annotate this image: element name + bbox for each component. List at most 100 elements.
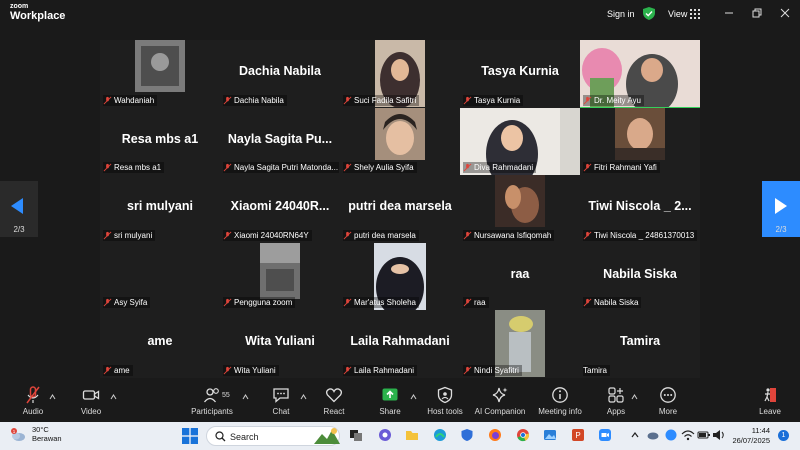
meeting-info-button[interactable]: Meeting info <box>530 386 590 416</box>
participant-display-name: Laila Rahmadani <box>350 334 450 349</box>
gallery-grid-icon[interactable] <box>690 9 700 19</box>
participant-tile[interactable]: Nursawana Isfiqomah <box>460 175 580 243</box>
participant-tile[interactable]: Wita Yuliani Wita Yuliani <box>220 310 340 378</box>
participant-name-label: putri dea marsela <box>343 229 419 241</box>
participant-name: Dr. Meity Ayu <box>594 95 641 105</box>
muted-mic-icon <box>343 163 352 172</box>
host-tools-button[interactable]: Host tools <box>415 386 475 416</box>
participant-tile[interactable]: Diva Rahmadani <box>460 107 580 176</box>
shield-icon <box>437 386 453 404</box>
participant-name-label: Resa mbs a1 <box>103 162 165 174</box>
participant-name: ame <box>114 365 130 375</box>
encryption-shield-icon[interactable] <box>643 7 655 20</box>
security-app-icon[interactable] <box>460 428 474 442</box>
close-icon[interactable] <box>778 6 792 20</box>
apps-icon <box>608 387 624 403</box>
participant-tile[interactable]: Nayla Sagita Pu... Nayla Sagita Putri Ma… <box>220 107 340 176</box>
participant-tile[interactable]: sri mulyani sri mulyani <box>100 175 220 243</box>
sign-in-button[interactable]: Sign in <box>607 9 635 19</box>
participant-tile[interactable]: Nindi Syafitri <box>460 310 580 378</box>
weather-widget[interactable]: 1 30°C Berawan <box>10 425 62 444</box>
participant-name-label: Tamira <box>583 364 611 376</box>
participant-tile[interactable]: ame ame <box>100 310 220 378</box>
logo-top: zoom <box>10 3 29 10</box>
share-button[interactable]: Share <box>360 386 420 416</box>
windows-start-icon[interactable] <box>182 428 198 444</box>
participants-button[interactable]: Participants <box>182 386 242 416</box>
participant-tile[interactable]: Suci Fadila Safitri <box>340 40 460 108</box>
participant-tile[interactable]: Pengguna zoom <box>220 242 340 311</box>
audio-button[interactable]: Audio <box>3 386 63 416</box>
powerpoint-icon[interactable]: P <box>571 428 585 442</box>
zoom-tray-icon[interactable] <box>664 428 678 442</box>
chevron-up-icon[interactable] <box>630 428 640 442</box>
participant-tile[interactable]: Tiwi Niscola _ 2... Tiwi Niscola _ 24861… <box>580 175 700 243</box>
leave-button[interactable]: Leave <box>740 386 800 416</box>
muted-mic-icon <box>583 163 592 172</box>
participant-name: Asy Syifa <box>114 298 148 308</box>
participant-tile[interactable]: Asy Syifa <box>100 242 220 311</box>
edge-browser-icon[interactable] <box>433 428 447 442</box>
muted-mic-icon <box>26 386 40 404</box>
chevron-up-icon[interactable] <box>242 394 249 400</box>
photos-icon[interactable] <box>543 428 557 442</box>
participant-tile[interactable]: Dachia Nabila Dachia Nabila <box>220 40 340 108</box>
volume-icon[interactable] <box>712 428 726 442</box>
restore-icon[interactable] <box>750 6 764 20</box>
participant-name-label: Xiaomi 24040RN64Y <box>223 229 312 241</box>
participant-tile[interactable]: Tasya Kurnia Tasya Kurnia <box>460 40 580 108</box>
logo-bottom: Workplace <box>10 10 66 22</box>
ai-companion-button[interactable]: AI Companion <box>470 386 530 416</box>
zoom-app-icon[interactable] <box>598 428 612 442</box>
next-page-button[interactable]: 2/3 <box>762 181 800 237</box>
react-button[interactable]: React <box>304 386 364 416</box>
chat-button[interactable]: Chat <box>251 386 311 416</box>
more-icon <box>660 387 676 403</box>
cloud-sync-icon[interactable] <box>646 428 660 442</box>
participant-tile[interactable]: Fitri Rahmani Yafi <box>580 107 700 176</box>
participant-display-name: sri mulyani <box>127 199 193 214</box>
participant-tile[interactable]: Shely Aulia Syifa <box>340 107 460 176</box>
file-explorer-icon[interactable] <box>405 428 419 442</box>
chevron-up-icon[interactable] <box>49 394 56 400</box>
participant-tile[interactable]: Tamira Tamira <box>580 310 700 378</box>
apps-button[interactable]: Apps <box>586 386 646 416</box>
participant-name-label: Tasya Kurnia <box>463 94 524 106</box>
participant-tile[interactable]: Nabila Siska Nabila Siska <box>580 242 700 311</box>
muted-mic-icon <box>463 163 472 172</box>
video-camera-icon <box>82 390 100 400</box>
participant-name-label: Asy Syifa <box>103 297 151 309</box>
minimize-icon[interactable] <box>722 6 736 20</box>
notification-badge[interactable]: 1 <box>778 430 789 441</box>
clock[interactable]: 11:44 26/07/2025 <box>730 426 770 446</box>
view-button[interactable]: View <box>668 9 687 19</box>
chevron-up-icon[interactable] <box>110 394 117 400</box>
participant-tile[interactable]: Wahdaniah <box>100 40 220 108</box>
participant-display-name: Xiaomi 24040R... <box>230 199 330 214</box>
active-speaker-tile[interactable]: Dr. Meity Ayu <box>580 40 700 108</box>
participant-tile[interactable]: putri dea marsela putri dea marsela <box>340 175 460 243</box>
participant-tile[interactable]: raa raa <box>460 242 580 311</box>
participant-tile[interactable]: Mar'atus Sholeha <box>340 242 460 311</box>
sparkle-icon <box>492 387 508 403</box>
participant-tile[interactable]: Xiaomi 24040R... Xiaomi 24040RN64Y <box>220 175 340 243</box>
video-button[interactable]: Video <box>61 386 121 416</box>
task-view-icon[interactable] <box>349 428 363 442</box>
copilot-app-icon[interactable] <box>378 428 392 442</box>
participant-name-label: Nabila Siska <box>583 297 642 309</box>
muted-mic-icon <box>343 96 352 105</box>
battery-icon[interactable] <box>697 428 711 442</box>
participant-name: putri dea marsela <box>354 230 416 240</box>
participant-tile[interactable]: Resa mbs a1 Resa mbs a1 <box>100 107 220 176</box>
chrome-icon[interactable] <box>516 428 530 442</box>
participant-display-name: Resa mbs a1 <box>121 131 199 146</box>
meeting-info-label: Meeting info <box>538 407 582 416</box>
chevron-up-icon[interactable] <box>631 394 638 400</box>
more-button[interactable]: More <box>638 386 698 416</box>
wifi-icon[interactable] <box>681 428 695 442</box>
participant-tile[interactable]: Laila Rahmadani Laila Rahmadani <box>340 310 460 378</box>
participant-name-label: Nayla Sagita Putri Matonda... <box>223 162 339 174</box>
firefox-icon[interactable] <box>488 428 502 442</box>
previous-page-button[interactable]: 2/3 <box>0 181 38 237</box>
participant-display-name: Dachia Nabila <box>239 64 321 78</box>
